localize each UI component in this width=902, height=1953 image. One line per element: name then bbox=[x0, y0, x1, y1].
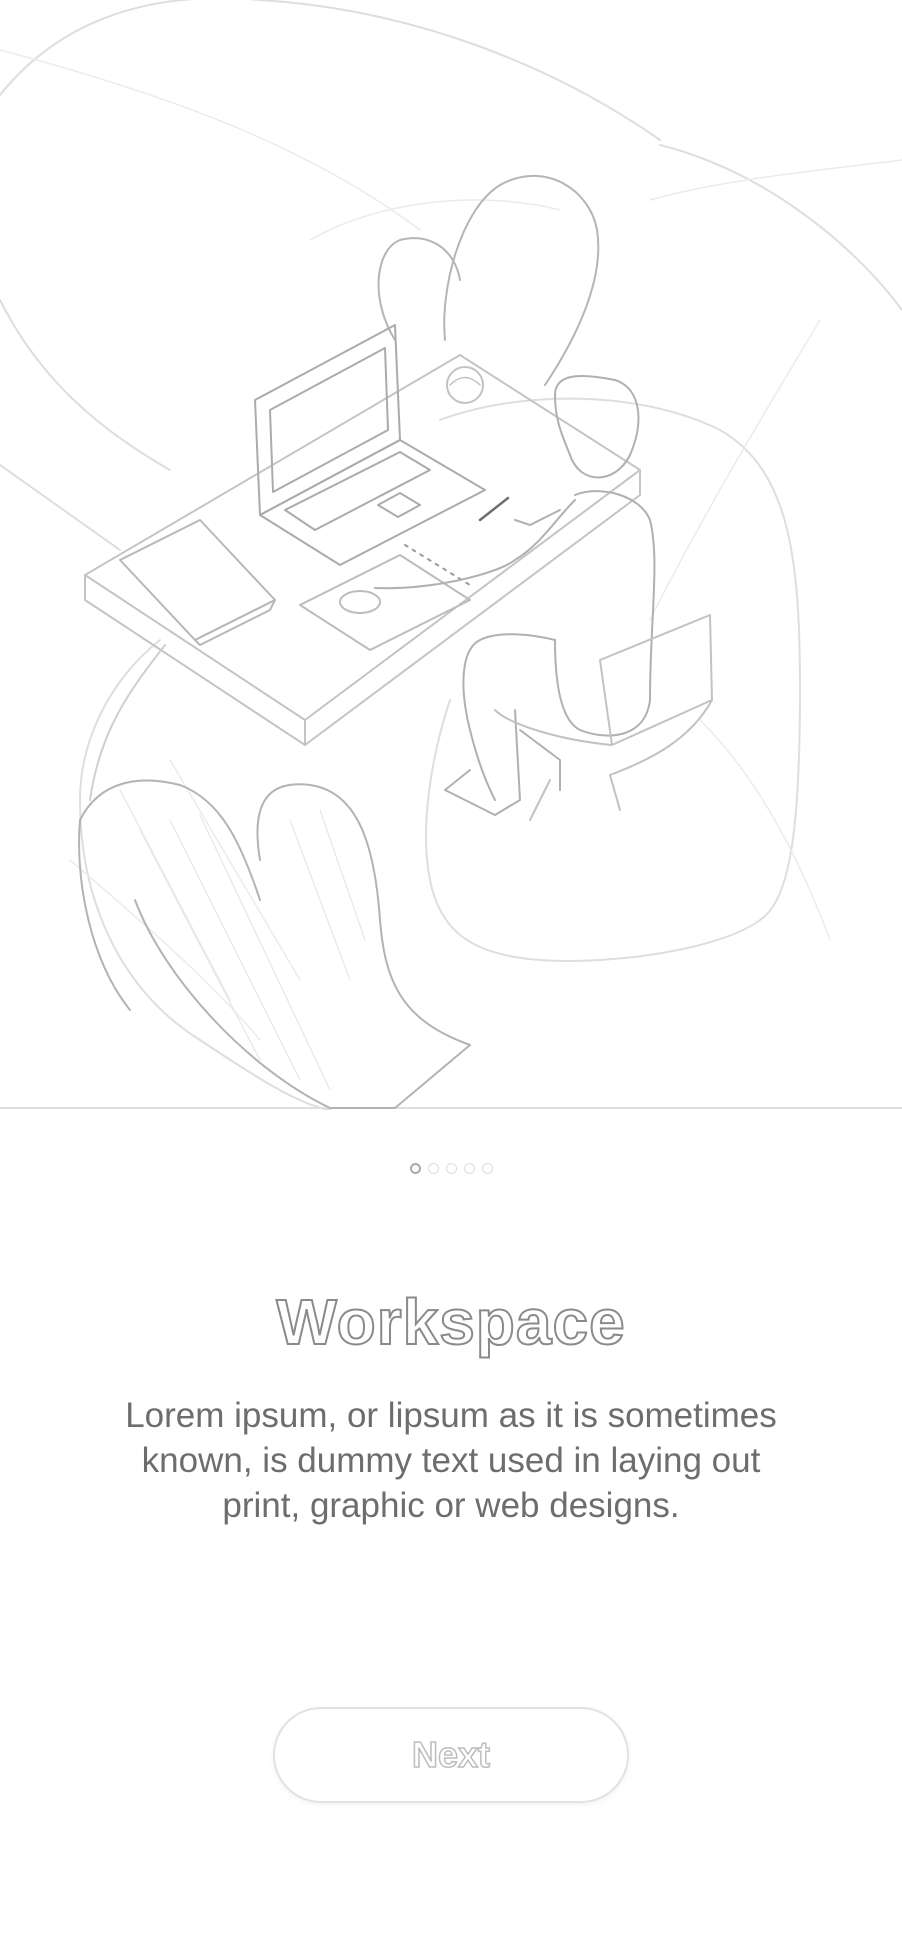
onboarding-screen: Workspace Lorem ipsum, or lipsum as it i… bbox=[0, 0, 902, 1953]
page-dot-4[interactable] bbox=[463, 1163, 475, 1174]
next-button[interactable]: Next bbox=[273, 1707, 629, 1803]
page-dot-2[interactable] bbox=[427, 1163, 439, 1174]
page-dot-3[interactable] bbox=[445, 1163, 457, 1174]
page-indicator bbox=[0, 1163, 902, 1174]
page-dot-1[interactable] bbox=[409, 1163, 421, 1174]
onboarding-title: Workspace bbox=[275, 1285, 626, 1359]
workspace-illustration bbox=[0, 0, 902, 1110]
page-dot-5[interactable] bbox=[481, 1163, 493, 1174]
onboarding-description: Lorem ipsum, or lipsum as it is sometime… bbox=[125, 1396, 777, 1525]
next-button-label: Next bbox=[411, 1733, 491, 1776]
